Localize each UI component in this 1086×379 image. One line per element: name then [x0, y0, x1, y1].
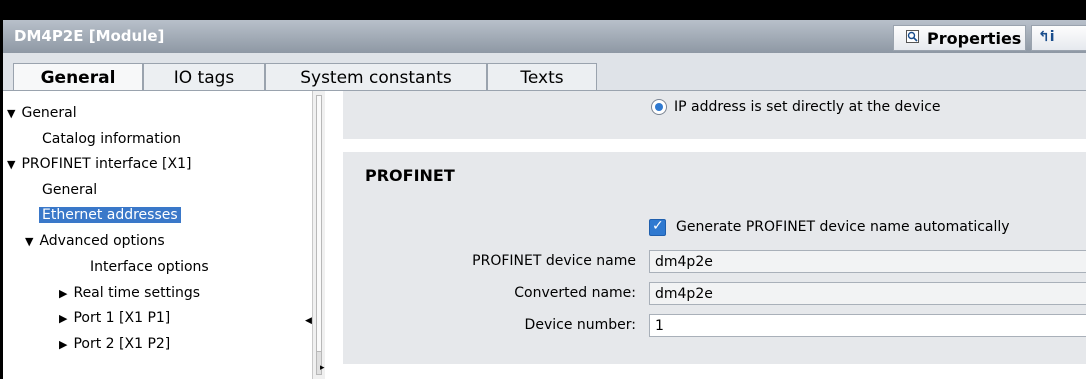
tree-item-label: Interface options	[90, 259, 209, 275]
tree-scrollbar[interactable]: ◀ ▸	[305, 91, 325, 379]
device-number-label: Device number:	[524, 317, 636, 333]
tree-item-general[interactable]: ▼ General	[7, 105, 77, 121]
converted-name-field[interactable]	[649, 282, 1086, 305]
content-area: ▼ General Catalog information ▼ PROFINET i…	[3, 91, 1086, 379]
tab-label: System constants	[300, 68, 452, 88]
tab-texts[interactable]: Texts	[487, 63, 597, 91]
tree-item-label: Real time settings	[73, 285, 201, 301]
section-title: PROFINET	[365, 166, 455, 185]
tab-general[interactable]: General	[13, 63, 143, 91]
collapsed-arrow-icon: ▶	[59, 312, 68, 325]
converted-name-label: Converted name:	[514, 285, 636, 301]
device-name-label: PROFINET device name	[472, 253, 636, 269]
scrollbar-track[interactable]	[316, 95, 322, 352]
tree-item-advanced-options[interactable]: ▼ Advanced options	[25, 233, 165, 249]
ip-direct-radio-label: IP address is set directly at the device	[674, 99, 941, 115]
tree-item-catalog-information[interactable]: Catalog information	[42, 131, 181, 147]
collapsed-arrow-icon: ▶	[59, 287, 68, 300]
tree-item-label: Port 1 [X1 P1]	[73, 310, 171, 326]
tree-item-profinet-interface[interactable]: ▼ PROFINET interface [X1]	[7, 156, 191, 172]
tab-label: Texts	[520, 68, 564, 88]
info-icon: ↰i	[1038, 29, 1055, 45]
auto-name-checkbox[interactable]: ✓	[649, 218, 666, 236]
info-button[interactable]: ↰i	[1031, 25, 1086, 51]
tree-item-label: General	[42, 182, 98, 198]
device-name-field[interactable]	[649, 250, 1086, 273]
tab-bar: General IO tags System constants Texts	[3, 53, 1086, 91]
window-title: DM4P2E [Module]	[14, 27, 165, 45]
tab-io-tags[interactable]: IO tags	[143, 63, 265, 91]
tree-item-real-time-settings[interactable]: ▶ Real time settings	[59, 285, 200, 301]
ip-direct-radio[interactable]	[651, 99, 667, 115]
tab-label: IO tags	[173, 68, 235, 88]
properties-panel: IP address is set directly at the device…	[325, 91, 1086, 379]
tab-system-constants[interactable]: System constants	[265, 63, 487, 91]
device-number-field[interactable]	[649, 314, 1086, 337]
properties-label: Properties	[927, 29, 1022, 48]
properties-button[interactable]: Properties	[893, 25, 1026, 51]
tree-item-interface-options[interactable]: Interface options	[90, 259, 209, 275]
profinet-section: PROFINET ✓ Generate PROFINET device name…	[343, 152, 1086, 364]
tree-item-ethernet-addresses[interactable]: Ethernet addresses	[39, 207, 181, 223]
collapsed-arrow-icon: ▶	[59, 338, 68, 351]
navigation-tree: ▼ General Catalog information ▼ PROFINET i…	[3, 91, 311, 379]
scroll-right-arrow-icon[interactable]: ▸	[320, 363, 325, 373]
magnifier-icon	[906, 30, 919, 43]
tab-label: General	[40, 68, 116, 88]
tree-item-label: PROFINET interface [X1]	[21, 156, 192, 172]
auto-name-checkbox-label: Generate PROFINET device name automatica…	[676, 219, 1010, 235]
tree-item-interface-general[interactable]: General	[42, 182, 97, 198]
tree-item-label: Catalog information	[42, 131, 182, 147]
tree-item-label: Advanced options	[39, 233, 165, 249]
expanded-arrow-icon: ▼	[7, 107, 16, 120]
ip-address-section: IP address is set directly at the device	[343, 91, 1086, 139]
tree-item-label: General	[21, 105, 77, 121]
expanded-arrow-icon: ▼	[25, 235, 34, 248]
tree-item-port-2[interactable]: ▶ Port 2 [X1 P2]	[59, 336, 170, 352]
collapse-arrow-icon[interactable]: ◀	[305, 316, 312, 326]
tree-item-port-1[interactable]: ▶ Port 1 [X1 P1]	[59, 310, 170, 326]
radio-dot	[655, 103, 663, 111]
tree-item-label: Ethernet addresses	[39, 207, 181, 223]
checkmark-icon: ✓	[652, 218, 664, 234]
tree-item-label: Port 2 [X1 P2]	[73, 336, 171, 352]
expanded-arrow-icon: ▼	[7, 158, 16, 171]
